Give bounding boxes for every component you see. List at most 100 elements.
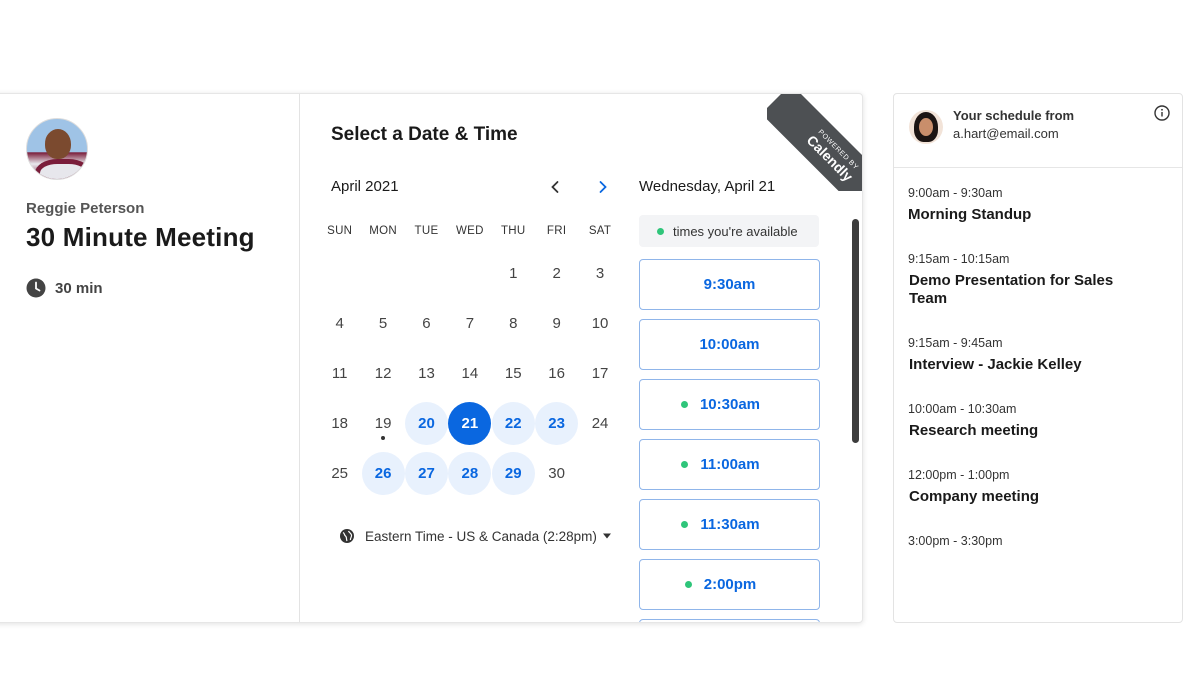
calendar-day: 14 — [448, 348, 491, 398]
weekday-label: MON — [369, 225, 397, 237]
schedule-panel: Your schedule from a.hart@email.com 9:00… — [893, 93, 1183, 623]
time-slot-label: 2:00pm — [703, 576, 757, 593]
selected-date-heading: Wednesday, April 21 — [639, 178, 776, 195]
event-name: Morning Standup — [908, 206, 1032, 223]
event-name: Research meeting — [909, 422, 1039, 439]
calendar-day: 7 — [448, 298, 491, 348]
calendar-day-label: 29 — [491, 451, 535, 495]
powered-by-ribbon[interactable]: POWERED BY Calendly — [767, 94, 862, 191]
available-dot-icon — [657, 227, 664, 235]
available-dot-icon — [681, 521, 689, 528]
calendar-day[interactable]: 26 — [361, 448, 405, 498]
weekday-label: THU — [500, 225, 526, 237]
schedule-event: 10:00am - 10:30am Research meeting — [908, 402, 1138, 440]
calendar-day: 15 — [492, 348, 535, 398]
next-month-button[interactable] — [593, 177, 613, 197]
weekday-label: WED — [456, 225, 484, 237]
calendar-day: 25 — [318, 448, 361, 498]
calendar-day: 13 — [405, 348, 448, 398]
calendar-day: 8 — [492, 298, 535, 348]
calendar-day-label — [405, 252, 448, 295]
schedule-event: 3:00pm - 3:30pm — [908, 534, 1138, 548]
time-slot-button[interactable]: 10:30am — [639, 379, 820, 430]
event-name: Interview - Jackie Kelley — [909, 356, 1082, 373]
time-slot-label: 9:30am — [703, 276, 756, 293]
event-title: 30 Minute Meeting — [26, 222, 255, 252]
available-dot-icon — [681, 461, 689, 468]
calendar-day-label: 28 — [448, 451, 492, 495]
calendar-day-label — [318, 252, 361, 295]
calendar-day-label: 12 — [374, 364, 392, 382]
calendar-day-label: 26 — [361, 451, 405, 495]
schedule-event: 12:00pm - 1:00pm Company meeting — [908, 468, 1138, 506]
event-time: 12:00pm - 1:00pm — [908, 468, 1010, 482]
calendar-day: 5 — [361, 298, 404, 348]
calendar-day-label: 17 — [591, 364, 609, 382]
schedule-heading: Your schedule from — [953, 108, 1075, 123]
calendar-day-label: 18 — [331, 414, 349, 432]
calendar-day-label: 25 — [331, 464, 349, 482]
schedule-event-list: 9:00am - 9:30am Morning Standup 9:15am - 1… — [908, 186, 1138, 576]
time-slot-button[interactable]: 11:00am — [639, 439, 820, 490]
calendar-day[interactable]: 28 — [448, 448, 492, 498]
calendar-day: 30 — [535, 448, 578, 498]
event-time: 9:00am - 9:30am — [908, 186, 1003, 200]
calendar-day: 16 — [535, 348, 578, 398]
calendar-day-label: 2 — [552, 264, 561, 282]
calendar-day: 11 — [318, 348, 361, 398]
calendar-day-label: 10 — [591, 314, 609, 332]
schedule-email: a.hart@email.com — [953, 126, 1059, 141]
event-time: 9:15am - 10:15am — [908, 252, 1010, 266]
time-slot-button[interactable] — [639, 619, 820, 622]
calendar-day[interactable]: 22 — [491, 398, 535, 448]
calendar-day-label: 15 — [504, 364, 522, 382]
calendar-day-label: 1 — [509, 264, 518, 282]
timezone-selector[interactable]: Eastern Time - US & Canada (2:28pm) — [339, 528, 611, 544]
chevron-right-icon — [599, 181, 607, 193]
time-slot-label: 10:30am — [699, 396, 761, 413]
ribbon-banner: POWERED BY Calendly — [767, 94, 862, 191]
legend-label: times you're available — [673, 223, 798, 239]
info-icon[interactable] — [1154, 105, 1170, 121]
previous-month-button[interactable] — [545, 177, 565, 197]
calendar-day-label: 13 — [418, 364, 435, 382]
calendar-day-label: 30 — [548, 464, 565, 482]
time-slot-button[interactable]: 9:30am — [639, 259, 820, 310]
booking-card: Reggie Peterson 30 Minute Meeting 30 min… — [0, 93, 863, 623]
calendar-day-label — [362, 252, 405, 295]
clock-icon — [26, 278, 46, 298]
calendar-day-label: 22 — [491, 401, 535, 445]
calendar-days-grid: 1 2 3 4 5 6 7 8 9 10 11 12 13 14 15 16 17 18 19 20 21 22 23 24 2… — [318, 248, 622, 498]
time-slot-button[interactable]: 11:30am — [639, 499, 820, 550]
time-slot-scrollbar[interactable] — [852, 219, 859, 443]
calendar-title: Select a Date & Time — [331, 124, 518, 145]
calendar-day-label: 23 — [535, 401, 579, 445]
event-details-pane: Reggie Peterson 30 Minute Meeting 30 min — [0, 94, 300, 622]
calendar-day: 3 — [578, 248, 621, 298]
calendar-day: 6 — [405, 298, 448, 348]
weekday-label: SAT — [588, 225, 612, 237]
calendar-day-label: 16 — [548, 364, 565, 382]
calendar-day-label: 24 — [591, 414, 609, 432]
calendar-day[interactable]: 23 — [535, 398, 579, 448]
calendar-day-label: 7 — [465, 314, 475, 332]
event-time: 10:00am - 10:30am — [908, 402, 1017, 416]
time-slot-button[interactable]: 10:00am — [639, 319, 820, 370]
calendar-empty-cell — [318, 248, 361, 298]
calendar-empty-cell — [361, 248, 404, 298]
host-avatar — [26, 118, 88, 180]
calendar-empty-cell — [448, 248, 491, 298]
event-name: Demo Presentation for Sales Team — [909, 272, 1114, 307]
calendar-day[interactable]: 27 — [404, 448, 448, 498]
calendar-day[interactable]: 20 — [404, 398, 448, 448]
calendar-day-label: 11 — [331, 364, 348, 382]
calendar-day: 24 — [578, 398, 621, 448]
month-label: April 2021 — [331, 178, 399, 195]
calendar-day[interactable]: 29 — [491, 448, 535, 498]
duration-label: 30 min — [55, 279, 103, 297]
calendar-day[interactable]: 21 — [448, 398, 492, 448]
time-slot-button[interactable]: 2:00pm — [639, 559, 820, 610]
calendar-day-label: 14 — [461, 364, 479, 382]
calendar-day-label: 6 — [422, 314, 431, 332]
weekday-label: TUE — [414, 225, 439, 237]
